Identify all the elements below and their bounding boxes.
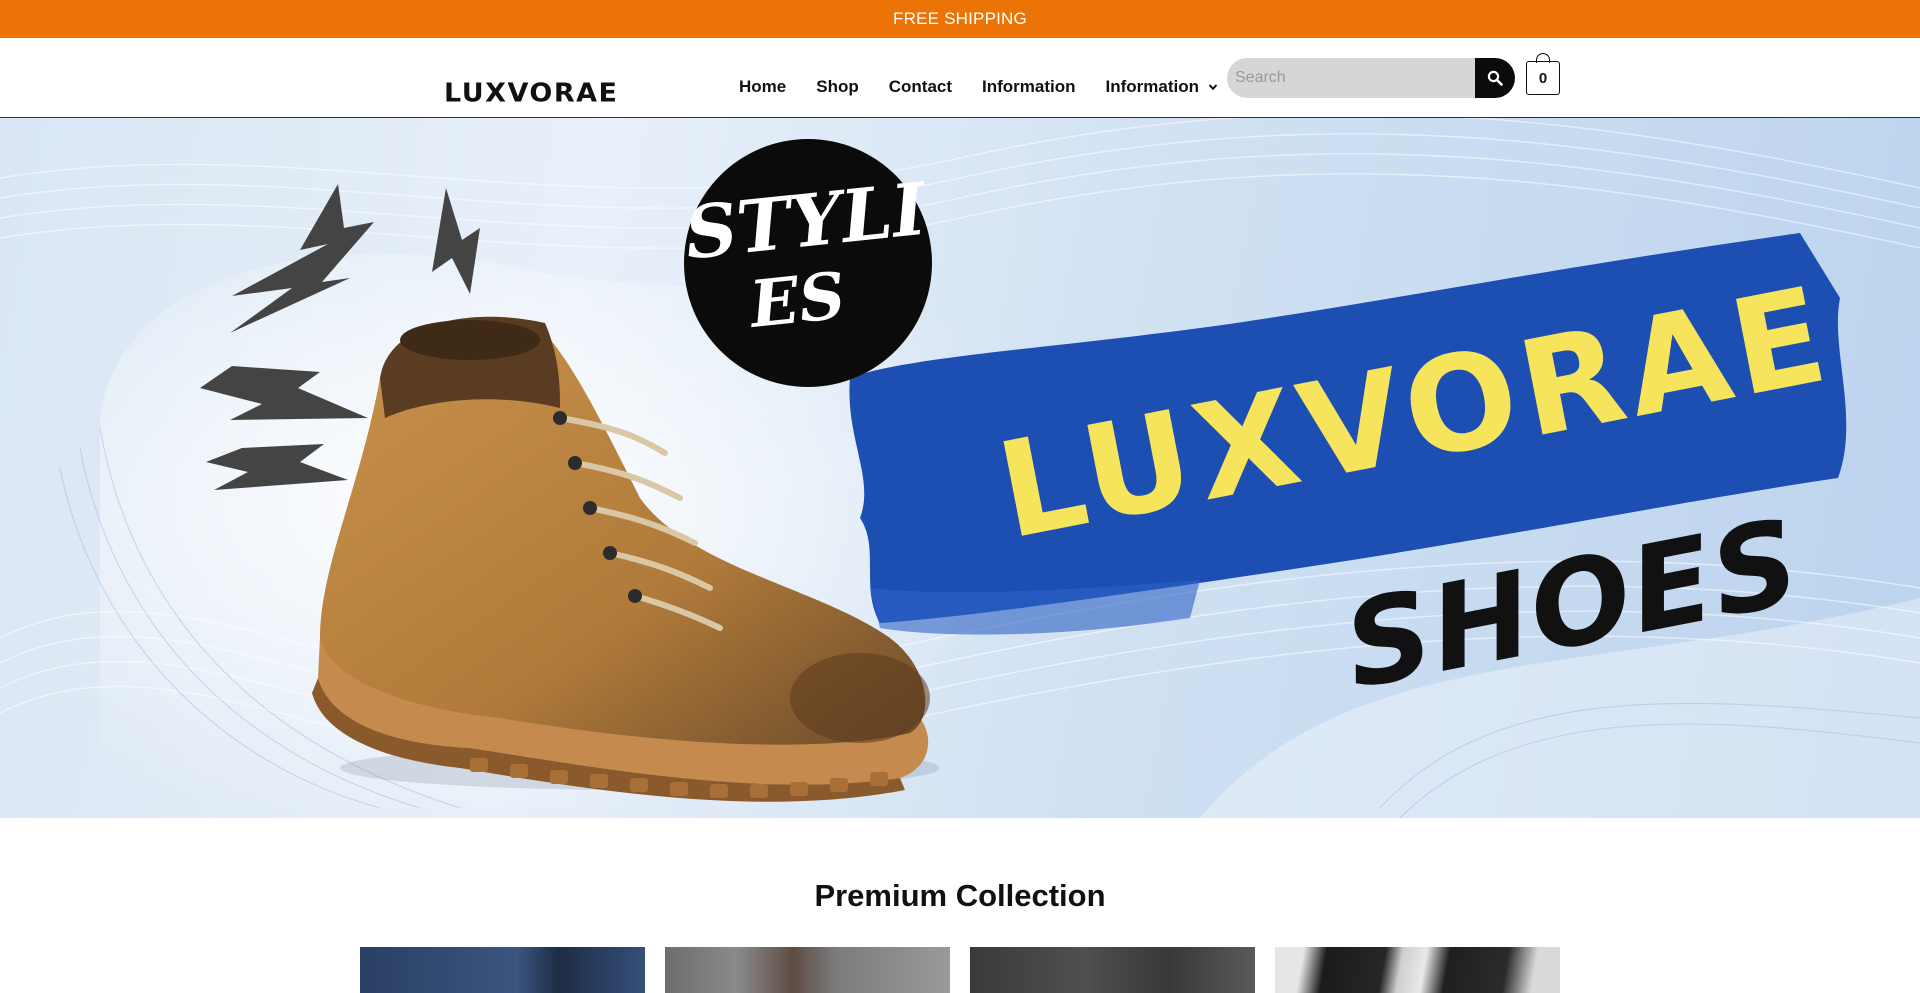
hero-artwork: LUXVORAE SHOES STYLI ES <box>0 118 1920 818</box>
nav-information-dropdown[interactable]: Information <box>1106 77 1219 97</box>
hero-banner[interactable]: LUXVORAE SHOES STYLI ES <box>0 118 1920 818</box>
cart-button[interactable]: 0 <box>1526 53 1560 95</box>
site-logo[interactable]: LUXVORAE <box>444 79 619 108</box>
hero-badge-line2: ES <box>745 258 849 343</box>
nav-shop[interactable]: Shop <box>816 77 859 97</box>
product-grid <box>360 947 1560 993</box>
site-header: LUXVORAE Home Shop Contact Information I… <box>0 38 1920 118</box>
announcement-bar: FREE SHIPPING <box>0 0 1920 38</box>
nav-information[interactable]: Information <box>982 77 1076 97</box>
section-title: Premium Collection <box>814 878 1106 913</box>
search-form <box>1227 58 1515 98</box>
cart-count: 0 <box>1538 69 1548 87</box>
chevron-down-icon <box>1208 84 1218 91</box>
nav-contact[interactable]: Contact <box>889 77 952 97</box>
product-card[interactable] <box>970 947 1255 993</box>
announcement-text: FREE SHIPPING <box>893 9 1027 28</box>
nav-home[interactable]: Home <box>739 77 786 97</box>
search-icon <box>1487 70 1503 86</box>
nav-information-dropdown-label: Information <box>1105 77 1200 96</box>
search-button[interactable] <box>1475 58 1515 98</box>
product-card[interactable] <box>665 947 950 993</box>
search-input[interactable] <box>1227 58 1475 98</box>
product-card[interactable] <box>1275 947 1560 993</box>
product-card[interactable] <box>360 947 645 993</box>
main-nav: Home Shop Contact Information Informatio… <box>739 76 1218 98</box>
